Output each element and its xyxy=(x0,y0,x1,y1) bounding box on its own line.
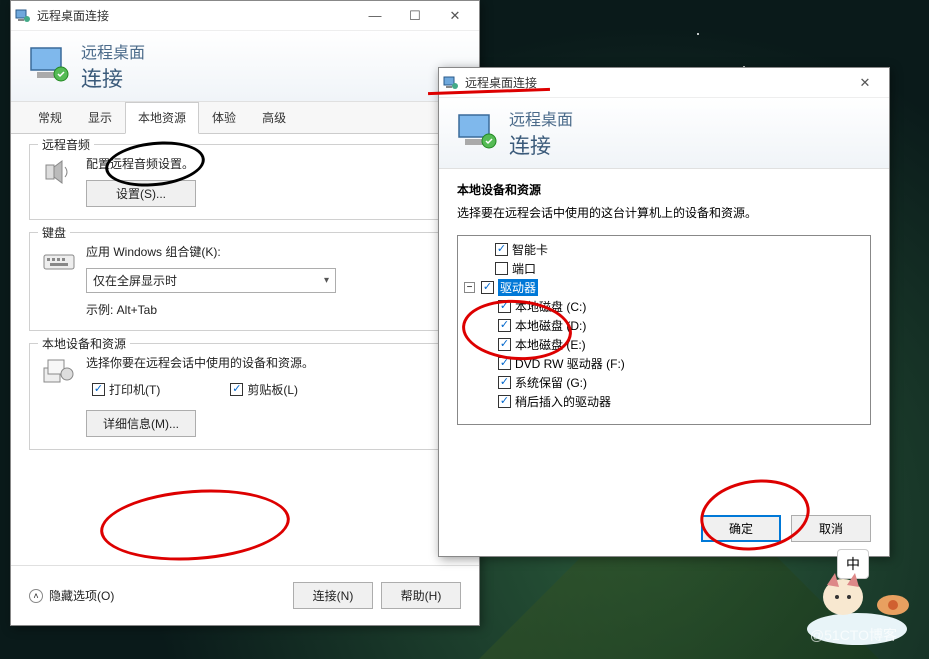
tab-experience[interactable]: 体验 xyxy=(199,102,249,133)
titlebar: 远程桌面连接 ✕ xyxy=(439,68,889,98)
connect-button[interactable]: 连接(N) xyxy=(293,582,373,609)
maximize-btn[interactable]: ☐ xyxy=(395,2,435,30)
dialog-header: 远程桌面 连接 xyxy=(11,31,479,102)
help-button[interactable]: 帮助(H) xyxy=(381,582,461,609)
chevron-down-icon: ▾ xyxy=(324,275,329,286)
tree-item-port[interactable]: 端口 xyxy=(464,259,864,278)
rdp-icon xyxy=(443,75,459,91)
hide-options-toggle[interactable]: ˄ 隐藏选项(O) xyxy=(29,587,114,604)
details-button[interactable]: 详细信息(M)... xyxy=(86,410,196,437)
tree-item-drive-f[interactable]: ✓DVD RW 驱动器 (F:) xyxy=(464,354,864,373)
group-keyboard-title: 键盘 xyxy=(38,224,70,241)
section-heading: 本地设备和资源 xyxy=(457,181,871,198)
tree-item-smartcard[interactable]: ✓智能卡 xyxy=(464,240,864,259)
group-keyboard: 键盘 应用 Windows 组合键(K): 仅在全屏显示时 ▾ 示例: Alt+… xyxy=(29,232,461,331)
keyboard-example: 示例: Alt+Tab xyxy=(86,301,448,318)
tree-item-drives[interactable]: −✓驱动器 xyxy=(464,278,864,297)
tab-display[interactable]: 显示 xyxy=(75,102,125,133)
rdp-main-window: 远程桌面连接 — ☐ ✕ 远程桌面 连接 常规 显示 本地资源 体验 高级 远程… xyxy=(10,0,480,626)
rdp-large-icon xyxy=(455,111,499,155)
collapse-icon[interactable]: − xyxy=(464,282,475,293)
tab-general[interactable]: 常规 xyxy=(25,102,75,133)
devices-desc: 选择你要在远程会话中使用的设备和资源。 xyxy=(86,354,448,371)
rdp-large-icon xyxy=(27,44,71,88)
chevron-up-icon: ˄ xyxy=(29,589,43,603)
printer-checkbox[interactable]: ✓ 打印机(T) xyxy=(92,381,160,398)
group-devices: 本地设备和资源 选择你要在远程会话中使用的设备和资源。 ✓ 打印机(T) ✓ 剪… xyxy=(29,343,461,450)
tree-item-drive-e[interactable]: ✓本地磁盘 (E:) xyxy=(464,335,864,354)
dialog-header: 远程桌面 连接 xyxy=(439,98,889,169)
header-line1: 远程桌面 xyxy=(81,39,145,63)
window-title: 远程桌面连接 xyxy=(37,7,355,24)
tab-advanced[interactable]: 高级 xyxy=(249,102,299,133)
header-line2: 连接 xyxy=(509,130,573,160)
keyboard-desc: 应用 Windows 组合键(K): xyxy=(86,243,448,260)
header-line1: 远程桌面 xyxy=(509,106,573,130)
group-devices-title: 本地设备和资源 xyxy=(38,335,130,352)
audio-desc: 配置远程音频设置。 xyxy=(86,155,448,172)
audio-settings-button[interactable]: 设置(S)... xyxy=(86,180,196,207)
cancel-button[interactable]: 取消 xyxy=(791,515,871,542)
titlebar: 远程桌面连接 — ☐ ✕ xyxy=(11,1,479,31)
tree-item-drive-g[interactable]: ✓系统保留 (G:) xyxy=(464,373,864,392)
speaker-icon xyxy=(42,155,76,189)
tab-local-resources[interactable]: 本地资源 xyxy=(125,102,199,134)
keyboard-combo-select[interactable]: 仅在全屏显示时 ▾ xyxy=(86,268,336,293)
section-desc: 选择要在远程会话中使用的这台计算机上的设备和资源。 xyxy=(457,204,871,221)
close-btn[interactable]: ✕ xyxy=(435,2,475,30)
rdp-details-window: 远程桌面连接 ✕ 远程桌面 连接 本地设备和资源 选择要在远程会话中使用的这台计… xyxy=(438,67,890,557)
minimize-btn[interactable]: — xyxy=(355,2,395,30)
ok-button[interactable]: 确定 xyxy=(701,515,781,542)
keyboard-icon xyxy=(42,243,76,277)
window-title: 远程桌面连接 xyxy=(465,74,845,91)
group-audio-title: 远程音频 xyxy=(38,136,94,153)
watermark: @51CTO博客 xyxy=(810,625,897,645)
rdp-icon xyxy=(15,8,31,24)
tree-item-drive-later[interactable]: ✓稍后插入的驱动器 xyxy=(464,392,864,411)
tab-bar: 常规 显示 本地资源 体验 高级 xyxy=(11,102,479,134)
devices-icon xyxy=(42,354,76,388)
device-tree[interactable]: ✓智能卡 端口 −✓驱动器 ✓本地磁盘 (C:) ✓本地磁盘 (D:) ✓本地磁… xyxy=(457,235,871,425)
header-line2: 连接 xyxy=(81,63,145,93)
close-btn[interactable]: ✕ xyxy=(845,69,885,97)
tree-item-drive-c[interactable]: ✓本地磁盘 (C:) xyxy=(464,297,864,316)
tree-item-drive-d[interactable]: ✓本地磁盘 (D:) xyxy=(464,316,864,335)
group-audio: 远程音频 配置远程音频设置。 设置(S)... xyxy=(29,144,461,220)
clipboard-checkbox[interactable]: ✓ 剪贴板(L) xyxy=(230,381,298,398)
